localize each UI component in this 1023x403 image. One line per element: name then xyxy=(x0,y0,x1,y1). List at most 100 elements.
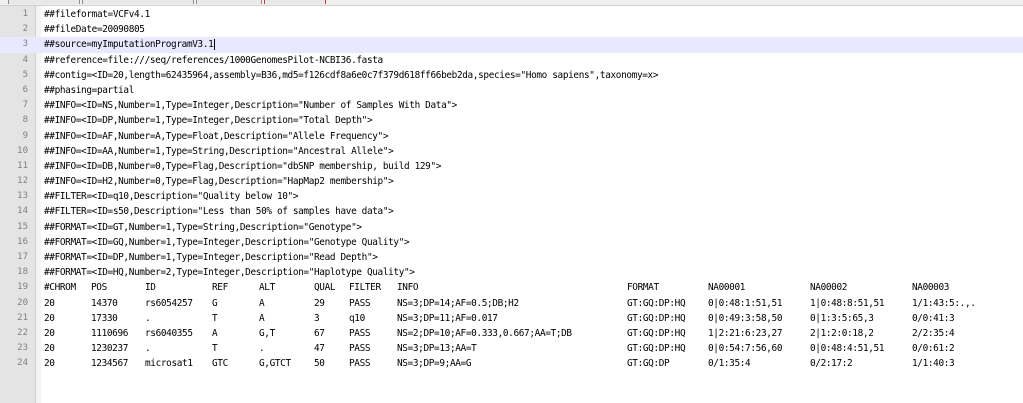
table-cell: G,GTCT xyxy=(259,358,291,370)
column-header: INFO xyxy=(397,282,419,294)
table-header-row[interactable]: 19 #CHROM POS ID REF ALT QUAL FILTER INFO FORMAT N… xyxy=(0,280,1023,295)
document-tab[interactable] xyxy=(196,0,262,4)
editor-line[interactable]: 14 ##FILTER=<ID=s50,Description="Less tha… xyxy=(0,204,1023,219)
editor-line[interactable]: 6 ##phasing=partial xyxy=(0,83,1023,98)
line-number: 8 xyxy=(22,115,28,126)
table-cell: . xyxy=(145,312,151,324)
line-text: ##INFO=<ID=AF,Number=A,Type=Float,Descri… xyxy=(44,130,389,142)
table-row[interactable]: 24 20 1234567 microsat1 GTC G,GTCT 50 PASS NS=3;… xyxy=(0,356,1023,371)
editor-line[interactable]: 2 ##fileDate=20090805 xyxy=(0,22,1023,37)
line-number: 7 xyxy=(22,100,28,111)
line-number: 24 xyxy=(17,358,28,369)
editor-line[interactable]: 17 ##FORMAT=<ID=DP,Number=1,Type=Integer,… xyxy=(0,250,1023,265)
editor-line[interactable]: 18 ##FORMAT=<ID=HQ,Number=2,Type=Integer,… xyxy=(0,265,1023,280)
editor-line[interactable]: 7 ##INFO=<ID=NS,Number=1,Type=Integer,Des… xyxy=(0,98,1023,113)
line-text: ##contig=<ID=20,length=62435964,assembly… xyxy=(44,69,659,81)
line-text: ##FORMAT=<ID=HQ,Number=2,Type=Integer,De… xyxy=(44,267,415,279)
column-header: NA00002 xyxy=(810,282,848,294)
line-text: ##FORMAT=<ID=GT,Number=1,Type=String,Des… xyxy=(44,221,362,233)
table-cell: 0|0:48:4:51,51 xyxy=(810,343,885,355)
line-text: ##reference=file:///seq/references/1000G… xyxy=(44,54,383,66)
line-number: 22 xyxy=(17,327,28,338)
table-cell: 17330 xyxy=(91,312,118,324)
editor-line[interactable]: 1 ##fileformat=VCFv4.1 xyxy=(0,7,1023,22)
table-cell: PASS xyxy=(349,327,371,339)
line-number: 10 xyxy=(17,145,28,156)
editor-line[interactable]: 9 ##INFO=<ID=AF,Number=A,Type=Float,Descr… xyxy=(0,129,1023,144)
table-cell: 20 xyxy=(44,343,55,355)
table-cell: NS=2;DP=10;AF=0.333,0.667;AA=T;DB xyxy=(397,327,572,339)
editor-line[interactable]: 11 ##INFO=<ID=DB,Number=0,Type=Flag,Descr… xyxy=(0,159,1023,174)
line-text: ##FILTER=<ID=q10,Description="Quality be… xyxy=(44,191,299,203)
line-number: 18 xyxy=(17,267,28,278)
table-cell: 1/1:43:5:.,. xyxy=(912,297,976,309)
table-cell: GT:GQ:DP:HQ xyxy=(627,297,686,309)
line-number: 9 xyxy=(22,130,28,141)
document-tab[interactable] xyxy=(8,0,80,4)
table-cell: rs6054257 xyxy=(145,297,193,309)
table-row[interactable]: 23 20 1230237. T. 47 PASS NS=3;DP=13;AA=T GT:GQ… xyxy=(0,341,1023,356)
table-cell: 1234567 xyxy=(91,358,129,370)
table-cell: GTC xyxy=(212,358,228,370)
table-cell: 29 xyxy=(314,297,325,309)
table-cell: 0/2:17:2 xyxy=(810,358,853,370)
line-text: ##fileDate=20090805 xyxy=(44,24,145,36)
table-cell: GT:GQ:DP xyxy=(627,358,670,370)
line-text: ##INFO=<ID=NS,Number=1,Type=Integer,Desc… xyxy=(44,100,457,112)
table-cell: PASS xyxy=(349,358,371,370)
line-number: 16 xyxy=(17,236,28,247)
table-row[interactable]: 20 20 14370 rs6054257 G A 29 PASS NS=3;DP=14;AF=… xyxy=(0,296,1023,311)
editor-line[interactable]: 13 ##FILTER=<ID=q10,Description="Quality … xyxy=(0,189,1023,204)
table-cell: rs6040355 xyxy=(145,327,193,339)
line-number: 21 xyxy=(17,312,28,323)
editor-line[interactable]: 5 ##contig=<ID=20,length=62435964,assembl… xyxy=(0,68,1023,83)
table-cell: 67 xyxy=(314,327,325,339)
table-cell: 3 xyxy=(314,312,320,324)
editor-line[interactable]: 12 ##INFO=<ID=H2,Number=0,Type=Flag,Descr… xyxy=(0,174,1023,189)
line-text: ##FORMAT=<ID=DP,Number=1,Type=Integer,De… xyxy=(44,252,378,263)
column-header: NA00003 xyxy=(912,282,950,294)
table-cell: q10 xyxy=(349,312,365,324)
document-tab[interactable] xyxy=(82,0,194,4)
table-cell: GT:GQ:DP:HQ xyxy=(627,343,686,355)
table-cell: 20 xyxy=(44,327,55,339)
line-text: ##source=myImputationProgramV3.1 xyxy=(44,39,214,51)
table-row[interactable]: 22 20 1110696 rs6040355 A G,T 67 PASS NS=2;DP=10… xyxy=(0,326,1023,341)
text-caret xyxy=(214,39,215,51)
editor-line[interactable]: 4 ##reference=file:///seq/references/1000… xyxy=(0,53,1023,68)
table-cell: 1|0:48:8:51,51 xyxy=(810,297,885,309)
table-cell: 2/2:35:4 xyxy=(912,327,955,339)
editor-line[interactable]: 16 ##FORMAT=<ID=GQ,Number=1,Type=Integer,… xyxy=(0,235,1023,250)
table-cell: . xyxy=(259,343,265,355)
line-number: 12 xyxy=(17,176,28,187)
text-editor[interactable]: 1 ##fileformat=VCFv4.1 2 ##fileDate=2009080… xyxy=(0,7,1023,372)
line-number: 1 xyxy=(22,9,28,19)
table-cell: 47 xyxy=(314,343,325,355)
table-cell: 1|2:21:6:23,27 xyxy=(708,327,783,339)
editor-line[interactable]: 15 ##FORMAT=<ID=GT,Number=1,Type=String,D… xyxy=(0,220,1023,235)
table-cell: A xyxy=(212,327,218,339)
table-cell: 0|0:49:3:58,50 xyxy=(708,312,783,324)
table-cell: GT:GQ:DP:HQ xyxy=(627,327,686,339)
table-cell: A xyxy=(259,297,265,309)
column-header: ID xyxy=(145,282,156,294)
line-text: ##FORMAT=<ID=GQ,Number=1,Type=Integer,De… xyxy=(44,236,410,248)
line-text: ##INFO=<ID=H2,Number=0,Type=Flag,Descrip… xyxy=(44,176,394,188)
line-text: ##fileformat=VCFv4.1 xyxy=(44,9,150,20)
table-cell: 14370 xyxy=(91,297,118,309)
table-cell: PASS xyxy=(349,297,371,309)
line-number: 20 xyxy=(17,297,28,308)
editor-line[interactable]: 10 ##INFO=<ID=AA,Number=1,Type=String,Des… xyxy=(0,144,1023,159)
line-number: 2 xyxy=(22,24,28,35)
table-cell: 20 xyxy=(44,297,55,309)
editor-line[interactable]: 8 ##INFO=<ID=DP,Number=1,Type=Integer,Des… xyxy=(0,113,1023,128)
line-text: ##FILTER=<ID=s50,Description="Less than … xyxy=(44,206,394,218)
column-header: FILTER xyxy=(349,282,381,294)
table-cell: 0|0:54:7:56,60 xyxy=(708,343,783,355)
line-number: 19 xyxy=(17,282,28,293)
document-tab[interactable] xyxy=(264,0,326,4)
table-cell: 0/0:41:3 xyxy=(912,312,955,324)
editor-line[interactable]: 3 ##source=myImputationProgramV3.1 xyxy=(0,37,1023,53)
column-header: NA00001 xyxy=(708,282,746,294)
table-row[interactable]: 21 20 17330. T A 3 q10 NS=3;DP=11;AF=0.017 GT:GQ… xyxy=(0,311,1023,326)
